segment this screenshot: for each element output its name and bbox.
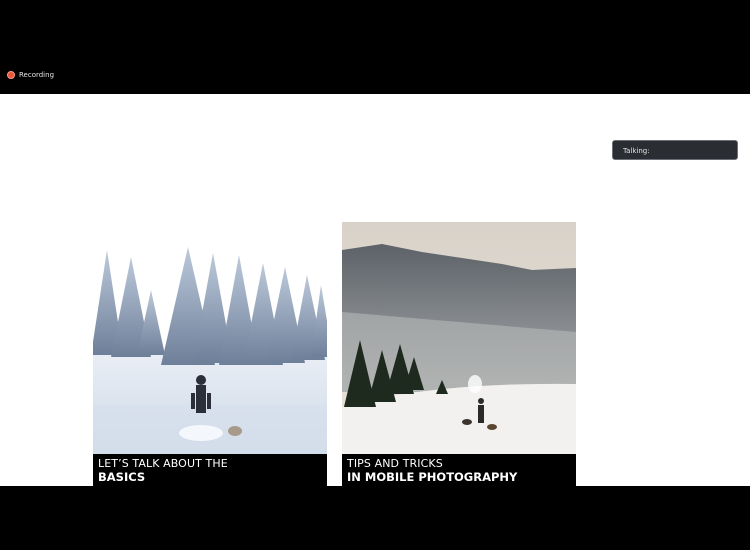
talking-label: Talking: [623,147,650,155]
card-title-line1: LET’S TALK ABOUT THE [98,457,228,470]
presentation-card-basics: LET’S TALK ABOUT THE BASICS [93,245,327,486]
recording-label: Recording [19,71,55,79]
talking-indicator: Talking: [612,140,738,160]
snowy-forest-photo [93,245,327,455]
card-title-line2: BASICS [98,470,146,484]
presentation-card-mobile-photography: TIPS AND TRICKS IN MOBILE PHOTOGRAPHY [342,222,576,486]
card-title-line1: TIPS AND TRICKS [347,457,443,470]
meeting-bottom-bar [0,486,750,550]
card-title-line2: IN MOBILE PHOTOGRAPHY [347,470,518,484]
meeting-top-bar: Recording [0,0,750,94]
record-dot-icon [7,71,15,79]
mountain-snow-photo [342,222,576,456]
recording-indicator[interactable]: Recording [7,71,54,79]
card-caption: LET’S TALK ABOUT THE BASICS [93,454,327,486]
card-caption: TIPS AND TRICKS IN MOBILE PHOTOGRAPHY [342,454,576,486]
